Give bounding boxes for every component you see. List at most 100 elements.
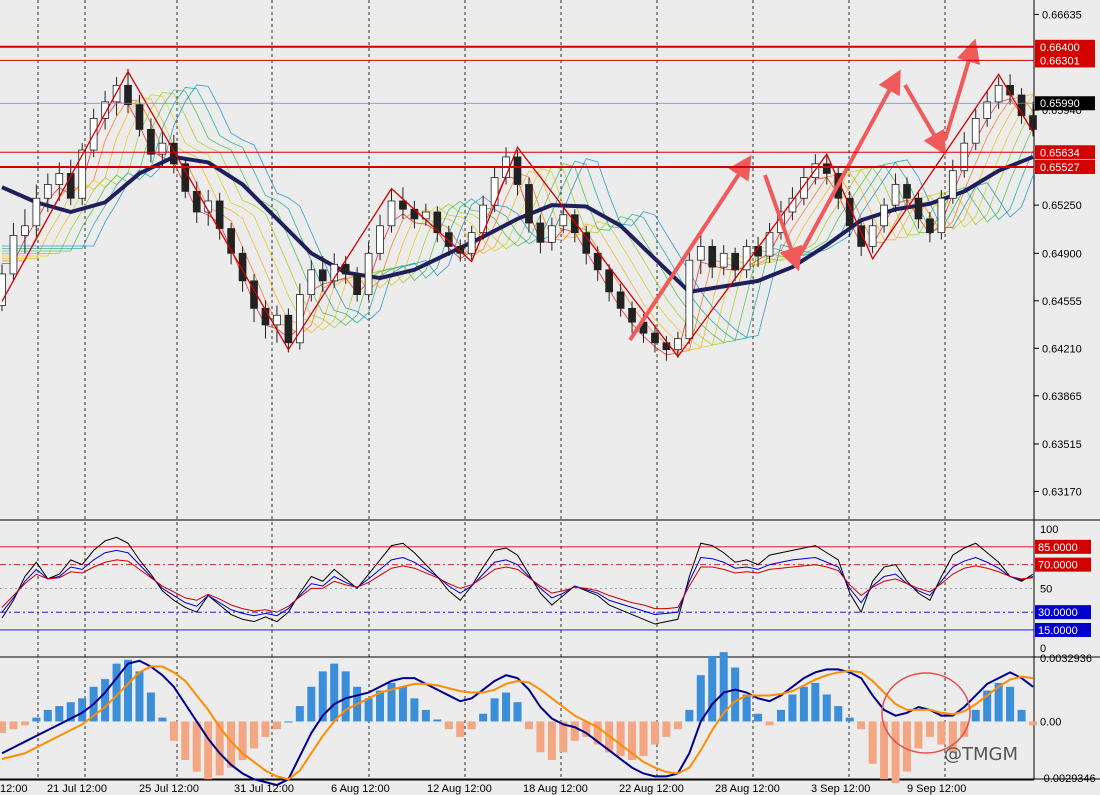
macd-histogram-bar	[9, 721, 18, 730]
candle-body	[570, 214, 579, 234]
macd-histogram-bar	[479, 713, 488, 722]
macd-histogram-bar	[834, 706, 843, 722]
candle-body	[548, 225, 556, 243]
macd-histogram-bar	[937, 721, 946, 745]
macd-histogram-bar	[616, 721, 625, 757]
macd-histogram-bar	[444, 721, 453, 730]
time-tick-label: 6 Aug 12:00	[331, 783, 390, 795]
macd-histogram-bar	[673, 721, 682, 730]
macd-histogram-bar	[811, 682, 820, 722]
candle-body	[628, 307, 636, 323]
candle-body	[926, 218, 934, 234]
candle-body	[685, 259, 694, 340]
macd-histogram-bar	[421, 709, 430, 722]
price-level-label: 0.65634	[1040, 147, 1080, 159]
macd-histogram-bar	[685, 709, 694, 722]
candle-body	[399, 200, 407, 210]
candle-body	[559, 214, 568, 227]
price-level-label: 0.66400	[1040, 42, 1080, 54]
macd-tick-label: 0.0032936	[1040, 653, 1092, 665]
candle-body	[903, 184, 911, 199]
macd-histogram-bar	[822, 694, 831, 722]
time-tick-label: 21 Jul 12:00	[47, 783, 107, 795]
macd-histogram-bar	[696, 675, 705, 722]
candle-body	[78, 149, 87, 199]
macd-histogram-bar	[547, 721, 556, 760]
macd-histogram-bar	[891, 721, 900, 784]
macd-histogram-bar	[1017, 709, 1026, 722]
candle-body	[914, 197, 923, 220]
candle-body	[376, 225, 384, 254]
price-tick-label: 0.65250	[1042, 200, 1082, 212]
candle-body	[21, 225, 29, 236]
candle-body	[880, 204, 888, 227]
macd-histogram-bar	[124, 659, 133, 722]
price-level-label: 0.65527	[1040, 162, 1080, 174]
macd-histogram-bar	[135, 671, 144, 722]
price-tick-label: 0.64210	[1042, 343, 1082, 355]
macd-histogram-bar	[261, 721, 270, 737]
candle-body	[307, 269, 316, 296]
macd-histogram-bar	[272, 721, 281, 730]
candle-body	[731, 252, 739, 271]
candle-body	[948, 170, 957, 199]
macd-histogram-bar	[307, 686, 316, 722]
candle-body	[822, 163, 831, 174]
osc-tick-label: 100	[1040, 524, 1058, 536]
macd-histogram-bar	[32, 717, 41, 722]
candle-body	[341, 263, 350, 275]
time-tick-label: 12 Aug 12:00	[427, 783, 492, 795]
price-tick-label: 0.66635	[1042, 9, 1082, 21]
price-tick-label: 0.64900	[1042, 248, 1082, 260]
candle-body	[444, 232, 453, 247]
price-tick-label: 0.63515	[1042, 439, 1082, 451]
macd-histogram-bar	[845, 717, 854, 722]
osc-level-label: 15.0000	[1038, 625, 1078, 637]
candle-body	[135, 104, 144, 130]
macd-histogram-bar	[250, 721, 259, 749]
osc-level-label: 70.0000	[1038, 560, 1078, 572]
candle-body	[937, 197, 946, 234]
candle-body	[43, 184, 52, 199]
candle-body	[891, 184, 900, 206]
macd-histogram-bar	[364, 698, 373, 722]
macd-histogram-bar	[570, 721, 579, 741]
macd-histogram-bar	[708, 655, 717, 722]
macd-histogram-bar	[295, 706, 304, 722]
macd-histogram-bar	[169, 721, 178, 741]
macd-histogram-bar	[158, 717, 167, 722]
macd-histogram-bar	[788, 694, 797, 722]
macd-histogram-bar	[456, 721, 465, 737]
macd-histogram-bar	[433, 719, 442, 722]
macd-histogram-bar	[731, 667, 740, 722]
time-tick-label: 18 Aug 12:00	[523, 783, 588, 795]
time-tick-label: 9 Sep 12:00	[907, 783, 966, 795]
macd-histogram-bar	[181, 721, 190, 760]
macd-histogram-bar	[971, 709, 980, 722]
macd-histogram-bar	[662, 721, 671, 737]
chart-canvas: 0.664000.663010.656340.655270.65990 85.0…	[0, 0, 1100, 795]
candle-body	[284, 314, 293, 344]
candle-body	[513, 156, 522, 185]
candle-body	[353, 273, 361, 296]
macd-histogram-bar	[192, 721, 201, 772]
macd-histogram-bar	[650, 721, 659, 745]
macd-histogram-bar	[799, 686, 808, 722]
macd-histogram-bar	[467, 721, 476, 730]
osc-level-label: 85.0000	[1038, 542, 1078, 554]
candle-body	[364, 252, 373, 296]
candle-body	[651, 332, 659, 344]
candle-body	[868, 225, 877, 247]
candle-body	[971, 117, 980, 144]
osc-tick-label: 50	[1040, 583, 1052, 595]
candle-body	[994, 84, 1003, 103]
candle-body	[318, 269, 327, 282]
macd-histogram-bar	[376, 690, 385, 722]
macd-histogram-bar	[101, 679, 110, 722]
osc-level-label: 30.0000	[1038, 607, 1078, 619]
macd-histogram-bar	[524, 721, 533, 730]
time-tick-label: 25 Jul 12:00	[139, 783, 199, 795]
macd-histogram-bar	[410, 698, 419, 722]
time-tick-label: 3 Sep 12:00	[811, 783, 870, 795]
price-level-label: 0.66301	[1040, 55, 1080, 67]
